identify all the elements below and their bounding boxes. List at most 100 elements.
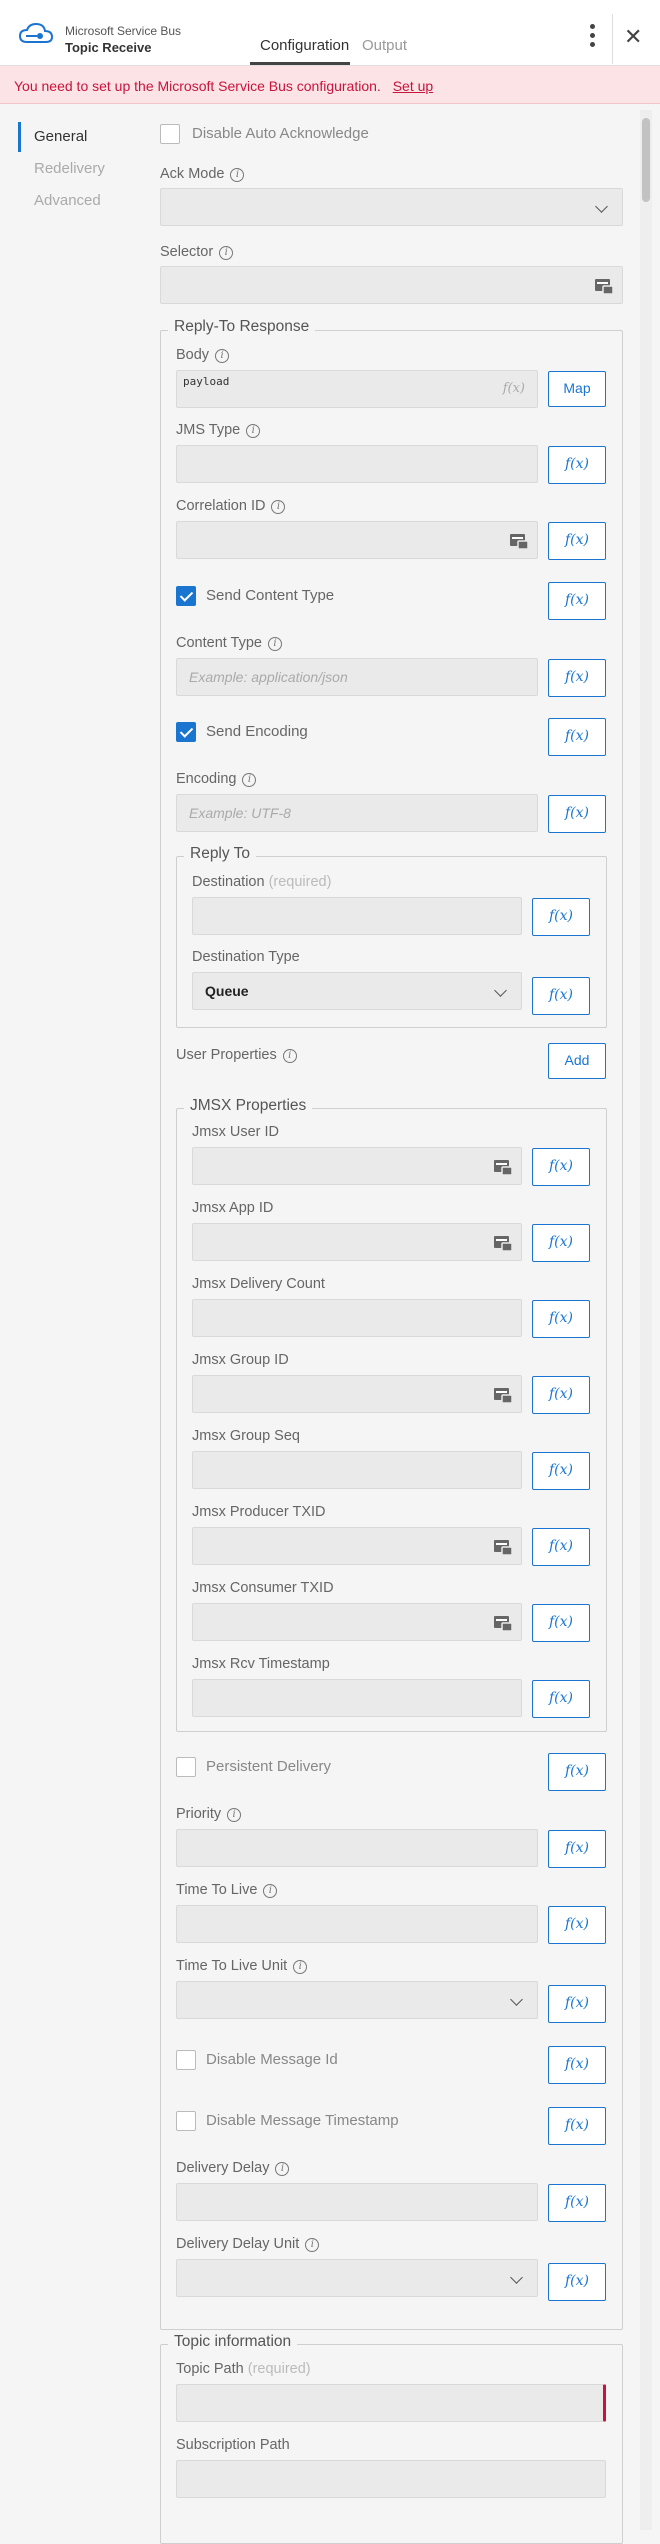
subscription-path-input[interactable] — [176, 2460, 606, 2498]
send-content-type-checkbox[interactable] — [176, 586, 196, 606]
tab-configuration[interactable]: Configuration — [260, 37, 349, 54]
time-to-live-unit-fx-button[interactable]: f(x) — [548, 1985, 606, 2023]
banner-message: You need to set up the Microsoft Service… — [14, 78, 381, 94]
topic-path-input[interactable] — [176, 2384, 606, 2422]
jmsx-rcv-timestamp-fx-button[interactable]: f(x) — [532, 1680, 590, 1718]
jmsx-consumer-txid-input[interactable] — [192, 1603, 522, 1641]
info-icon: i — [268, 637, 282, 651]
jmsx-user-id-fx-button[interactable]: f(x) — [532, 1148, 590, 1186]
time-to-live-unit-select[interactable] — [176, 1981, 538, 2019]
data-picker-icon[interactable] — [493, 1614, 513, 1632]
header-divider — [612, 14, 613, 64]
delivery-delay-unit-select[interactable] — [176, 2259, 538, 2297]
data-picker-icon[interactable] — [509, 532, 529, 550]
jmsx-producer-txid-fx-button[interactable]: f(x) — [532, 1528, 590, 1566]
destination-fx-button[interactable]: f(x) — [532, 898, 590, 936]
info-icon: i — [215, 349, 230, 363]
jmsx-app-id-input[interactable] — [192, 1223, 522, 1261]
jmsx-group-id-fx-button[interactable]: f(x) — [532, 1376, 590, 1414]
body-input[interactable]: payload f(x) — [176, 370, 538, 408]
send-encoding-fx-button[interactable]: f(x) — [548, 718, 606, 756]
ack-mode-select[interactable] — [160, 188, 623, 226]
encoding-label: Encoding i — [176, 771, 257, 787]
send-encoding-checkbox[interactable] — [176, 722, 196, 742]
info-icon: i — [230, 168, 245, 182]
correlation-id-input[interactable] — [176, 521, 538, 559]
selector-input[interactable] — [160, 266, 623, 304]
topic-information-legend: Topic information — [168, 2333, 298, 2351]
destination-type-fx-button[interactable]: f(x) — [532, 977, 590, 1015]
data-picker-icon[interactable] — [493, 1234, 513, 1252]
time-to-live-input[interactable] — [176, 1905, 538, 1943]
time-to-live-unit-label: Time To Live Unit i — [176, 1958, 308, 1974]
nav-item-general[interactable]: General — [18, 122, 87, 152]
user-properties-label: User Properties i — [176, 1047, 297, 1063]
disable-message-id-checkbox[interactable] — [176, 2050, 196, 2070]
tab-output[interactable]: Output — [362, 37, 407, 54]
jmsx-consumer-txid-fx-button[interactable]: f(x) — [532, 1604, 590, 1642]
ack-mode-label: Ack Mode i — [160, 166, 245, 182]
content-type-input[interactable]: Example: application/json — [176, 658, 538, 696]
jmsx-user-id-input[interactable] — [192, 1147, 522, 1185]
jmsx-consumer-txid-label: Jmsx Consumer TXID — [192, 1580, 334, 1596]
jmsx-group-id-label: Jmsx Group ID — [192, 1352, 289, 1368]
data-picker-icon[interactable] — [493, 1386, 513, 1404]
jms-type-label: JMS Type i — [176, 422, 261, 438]
jmsx-delivery-count-input[interactable] — [192, 1299, 522, 1337]
jmsx-app-id-fx-button[interactable]: f(x) — [532, 1224, 590, 1262]
jms-type-input[interactable] — [176, 445, 538, 483]
disable-message-timestamp-label: Disable Message Timestamp — [206, 2112, 399, 2129]
content-type-label: Content Type i — [176, 635, 282, 651]
encoding-input[interactable]: Example: UTF-8 — [176, 794, 538, 832]
jms-type-fx-button[interactable]: f(x) — [548, 446, 606, 484]
fx-hint: f(x) — [502, 381, 525, 396]
setup-link[interactable]: Set up — [393, 78, 433, 94]
scrollbar-track[interactable] — [640, 110, 652, 2530]
data-picker-icon[interactable] — [493, 1158, 513, 1176]
activity-name: Topic Receive — [65, 40, 152, 55]
data-picker-icon[interactable] — [594, 277, 614, 295]
time-to-live-fx-button[interactable]: f(x) — [548, 1906, 606, 1944]
jmsx-group-seq-input[interactable] — [192, 1451, 522, 1489]
persistent-delivery-fx-button[interactable]: f(x) — [548, 1753, 606, 1791]
destination-input[interactable] — [192, 897, 522, 935]
disable-message-timestamp-fx-button[interactable]: f(x) — [548, 2107, 606, 2145]
jmsx-rcv-timestamp-label: Jmsx Rcv Timestamp — [192, 1656, 330, 1672]
more-options-icon[interactable] — [587, 24, 597, 52]
jmsx-group-id-input[interactable] — [192, 1375, 522, 1413]
data-picker-icon[interactable] — [493, 1538, 513, 1556]
send-content-type-fx-button[interactable]: f(x) — [548, 582, 606, 620]
jmsx-delivery-count-fx-button[interactable]: f(x) — [532, 1300, 590, 1338]
disable-message-timestamp-checkbox[interactable] — [176, 2111, 196, 2131]
nav-item-redelivery[interactable]: Redelivery — [18, 154, 105, 184]
delivery-delay-input[interactable] — [176, 2183, 538, 2221]
correlation-id-label: Correlation ID i — [176, 498, 286, 514]
scrollbar-thumb[interactable] — [642, 118, 650, 202]
close-icon[interactable]: ✕ — [624, 26, 642, 48]
priority-fx-button[interactable]: f(x) — [548, 1830, 606, 1868]
jmsx-producer-txid-input[interactable] — [192, 1527, 522, 1565]
info-icon: i — [275, 2162, 290, 2176]
delivery-delay-unit-label: Delivery Delay Unit i — [176, 2236, 320, 2252]
destination-type-select[interactable]: Queue — [192, 972, 522, 1010]
delivery-delay-fx-button[interactable]: f(x) — [548, 2184, 606, 2222]
correlation-id-fx-button[interactable]: f(x) — [548, 522, 606, 560]
disable-message-id-fx-button[interactable]: f(x) — [548, 2046, 606, 2084]
disable-auto-ack-checkbox[interactable] — [160, 124, 180, 144]
delivery-delay-unit-fx-button[interactable]: f(x) — [548, 2263, 606, 2301]
app-name: Microsoft Service Bus — [65, 24, 182, 38]
send-encoding-label: Send Encoding — [206, 723, 308, 740]
body-map-button[interactable]: Map — [548, 371, 606, 407]
jmsx-group-seq-fx-button[interactable]: f(x) — [532, 1452, 590, 1490]
encoding-fx-button[interactable]: f(x) — [548, 795, 606, 833]
priority-input[interactable] — [176, 1829, 538, 1867]
selector-label: Selector i — [160, 244, 234, 260]
jmsx-rcv-timestamp-input[interactable] — [192, 1679, 522, 1717]
persistent-delivery-checkbox[interactable] — [176, 1757, 196, 1777]
content-type-fx-button[interactable]: f(x) — [548, 659, 606, 697]
jmsx-delivery-count-label: Jmsx Delivery Count — [192, 1276, 325, 1292]
destination-label: Destination (required) — [192, 874, 332, 890]
nav-item-advanced[interactable]: Advanced — [18, 186, 101, 216]
add-user-property-button[interactable]: Add — [548, 1043, 606, 1079]
jmsx-properties-legend: JMSX Properties — [184, 1097, 313, 1115]
